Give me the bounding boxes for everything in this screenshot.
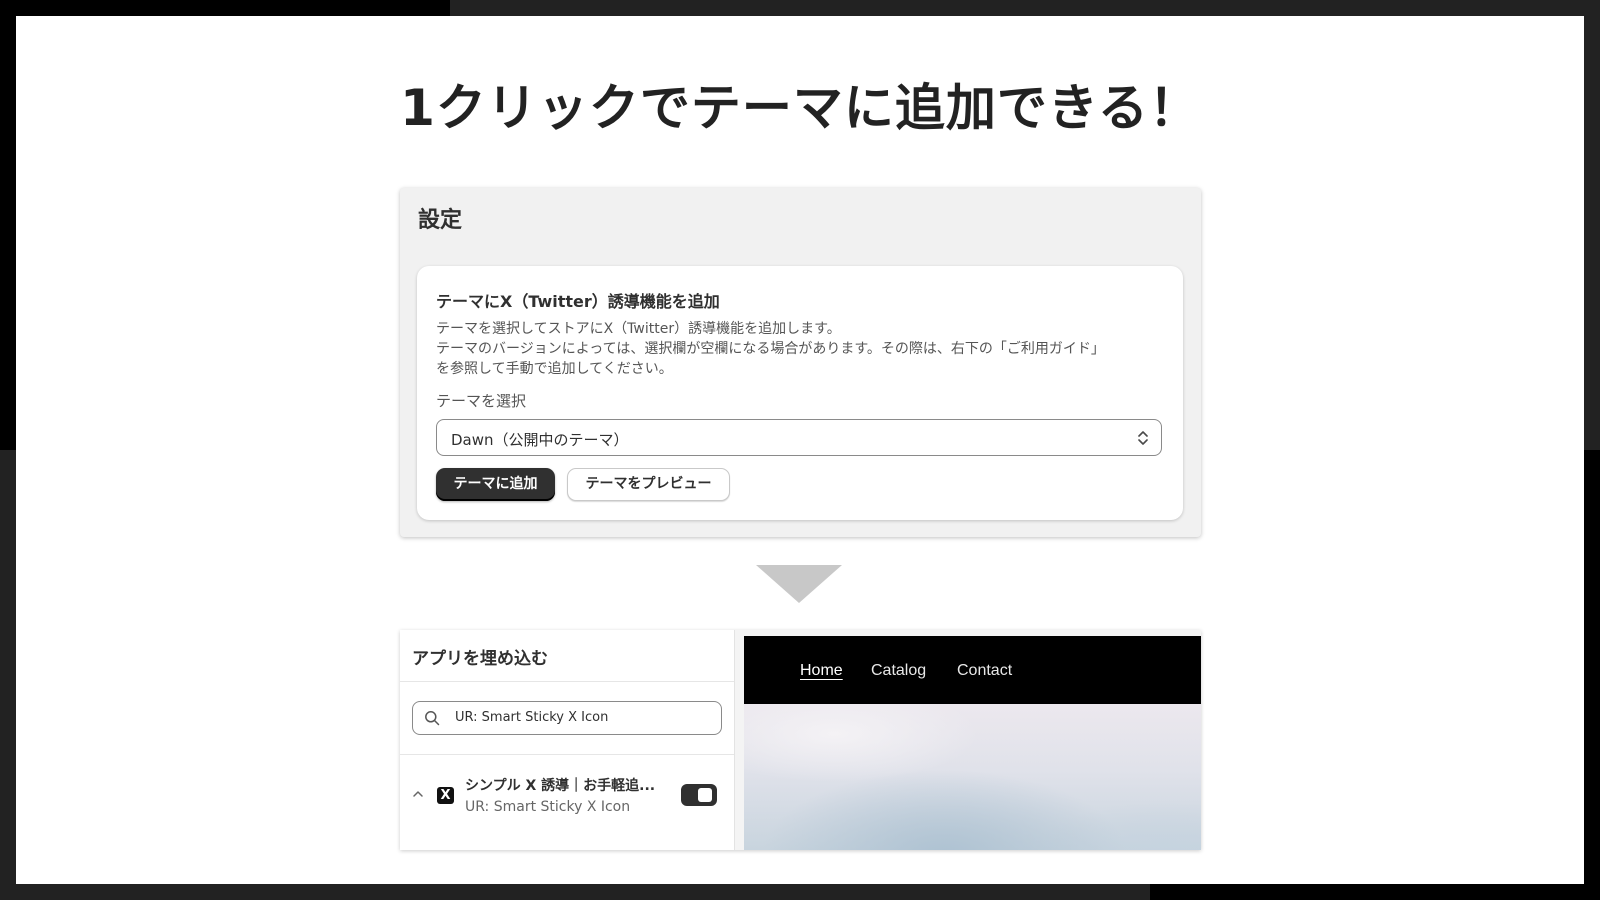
card-heading: テーマにX（Twitter）誘導機能を追加 (436, 292, 720, 311)
frame-accent-top-left (0, 0, 450, 16)
app-embed-subtitle: UR: Smart Sticky X Icon (465, 799, 631, 815)
preview-hero-image (744, 704, 1201, 850)
nav-link-contact[interactable]: Contact (957, 662, 1012, 680)
settings-title: 設定 (418, 208, 463, 233)
preview-theme-button[interactable]: テーマをプレビュー (567, 468, 730, 501)
x-app-icon: X (437, 787, 454, 804)
select-chevron-icon (1138, 431, 1148, 445)
theme-preview: Home Catalog Contact (744, 636, 1201, 850)
settings-panel: 設定 テーマにX（Twitter）誘導機能を追加 テーマを選択してストアにX（T… (400, 188, 1201, 537)
down-arrow-icon (756, 565, 842, 603)
app-embed-title: アプリを埋め込む (412, 649, 548, 669)
divider (400, 754, 734, 755)
embed-panel: アプリを埋め込む UR: Smart Sticky X Icon X シンプル … (400, 630, 1201, 850)
settings-card: テーマにX（Twitter）誘導機能を追加 テーマを選択してストアにX（Twit… (417, 266, 1183, 520)
nav-link-catalog[interactable]: Catalog (871, 662, 926, 680)
search-value: UR: Smart Sticky X Icon (455, 710, 609, 725)
search-icon (425, 711, 440, 726)
frame-accent-right-bottom (1584, 450, 1600, 900)
search-input[interactable]: UR: Smart Sticky X Icon (412, 701, 722, 735)
toggle-knob (698, 788, 712, 802)
theme-select-value: Dawn（公開中のテーマ） (451, 431, 629, 449)
theme-select[interactable]: Dawn（公開中のテーマ） (436, 419, 1162, 456)
headline: 1クリックでテーマに追加できる！ (400, 79, 1200, 137)
preview-navbar: Home Catalog Contact (744, 636, 1201, 704)
description-line: を参照して手動で追加してください。 (436, 361, 673, 377)
nav-link-home[interactable]: Home (800, 662, 843, 680)
app-embed-sidebar: アプリを埋め込む UR: Smart Sticky X Icon X シンプル … (400, 630, 735, 850)
divider (400, 681, 734, 682)
card-description: テーマを選択してストアにX（Twitter）誘導機能を追加します。 テーマのバー… (436, 319, 1166, 379)
description-line: テーマを選択してストアにX（Twitter）誘導機能を追加します。 (436, 321, 841, 337)
add-to-theme-button[interactable]: テーマに追加 (436, 468, 555, 501)
app-embed-name: シンプル X 誘導｜お手軽追... (465, 778, 656, 794)
collapse-chevron-icon[interactable] (412, 789, 424, 799)
frame-accent-bottom-right (1150, 884, 1600, 900)
description-line: テーマのバージョンによっては、選択欄が空欄になる場合があります。その際は、右下の… (436, 341, 1105, 357)
theme-select-label: テーマを選択 (436, 392, 527, 410)
app-embed-toggle[interactable] (681, 784, 717, 806)
